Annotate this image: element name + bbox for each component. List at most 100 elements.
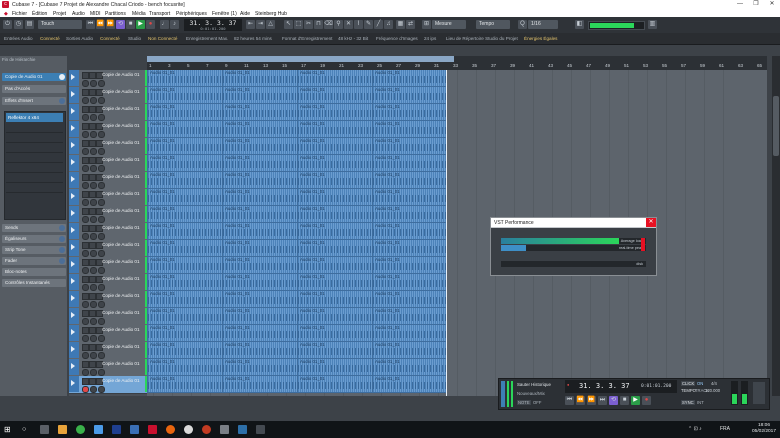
monitor-button[interactable] xyxy=(90,250,97,257)
track-color-strip[interactable] xyxy=(69,87,79,103)
stop-icon[interactable]: ■ xyxy=(126,20,135,29)
grid-snap-icon[interactable]: ⊞ xyxy=(422,20,431,29)
track-name[interactable]: Copie de Audio 01 xyxy=(102,174,145,180)
track-name[interactable]: Copie de Audio 01 xyxy=(102,310,145,316)
app-icon-3[interactable] xyxy=(256,425,265,434)
audio-event[interactable]: Audio 01_01 xyxy=(222,308,296,324)
mute-button[interactable] xyxy=(82,276,89,283)
minimize-button[interactable]: — xyxy=(732,0,748,9)
track-color-strip[interactable] xyxy=(69,274,79,290)
edit-channel-button[interactable] xyxy=(98,131,105,138)
audio-event[interactable]: Audio 01_01 xyxy=(372,240,446,256)
edit-channel-button[interactable] xyxy=(98,267,105,274)
event-display[interactable]: Audio 01_01 Audio 01_01 Audio 01_01 Audio 0… xyxy=(147,70,767,396)
audio-event[interactable]: Audio 01_01 xyxy=(297,342,371,358)
record-icon[interactable]: ● xyxy=(146,20,155,29)
record-enable-button[interactable] xyxy=(82,216,89,223)
transport-play-icon[interactable]: ▶ xyxy=(631,396,640,405)
audio-event[interactable]: Audio 01_01 xyxy=(222,376,296,392)
transport-grip[interactable] xyxy=(501,381,505,407)
time-warp-icon[interactable]: ⌇ xyxy=(354,20,363,29)
transport-rewind-icon[interactable]: ⏪ xyxy=(576,396,585,405)
mute-button[interactable] xyxy=(82,157,89,164)
punch-in-icon[interactable]: ⇤ xyxy=(246,20,255,29)
audio-event[interactable]: Audio 01_01 xyxy=(147,70,221,86)
audio-event[interactable]: Audio 01_01 xyxy=(372,325,446,341)
monitor-button[interactable] xyxy=(90,284,97,291)
audio-event[interactable]: Audio 01_01 xyxy=(372,342,446,358)
audio-event[interactable]: Audio 01_01 xyxy=(297,223,371,239)
mute-button[interactable] xyxy=(82,191,89,198)
store-icon[interactable] xyxy=(94,425,103,434)
record-enable-button[interactable] xyxy=(82,97,89,104)
monitor-button[interactable] xyxy=(90,97,97,104)
audio-event[interactable]: Audio 01_01 xyxy=(372,257,446,273)
taskbar-clock[interactable]: 18:06 05/02/2017 xyxy=(752,423,776,435)
transport-stop-icon[interactable]: ■ xyxy=(620,396,629,405)
audio-event[interactable]: Audio 01_01 xyxy=(297,189,371,205)
record-enable-button[interactable] xyxy=(82,233,89,240)
audio-event[interactable]: Audio 01_01 xyxy=(297,121,371,137)
track-row[interactable]: Copie de Audio 01 xyxy=(69,342,147,360)
metronome-icon[interactable]: △ xyxy=(266,20,275,29)
audio-event[interactable]: Audio 01_01 xyxy=(222,325,296,341)
track-row[interactable]: Copie de Audio 01 xyxy=(69,70,147,88)
audio-event[interactable]: Audio 01_01 xyxy=(372,291,446,307)
audio-event[interactable]: Audio 01_01 xyxy=(372,70,446,86)
track-name[interactable]: Copie de Audio 01 xyxy=(102,208,145,214)
track-color-strip[interactable] xyxy=(69,359,79,375)
audio-event[interactable]: Audio 01_01 xyxy=(297,257,371,273)
mute-button[interactable] xyxy=(82,293,89,300)
transport-note-mode[interactable]: NOTE xyxy=(517,400,531,405)
spotify-icon[interactable] xyxy=(76,425,85,434)
event-lane[interactable]: Audio 01_01 Audio 01_01 Audio 01_01 Audio 0… xyxy=(147,138,447,155)
audio-event[interactable]: Audio 01_01 xyxy=(147,172,221,188)
menu-partitions[interactable]: Partitions xyxy=(105,11,126,17)
close-button[interactable]: ✕ xyxy=(764,0,780,9)
solo-button[interactable] xyxy=(89,327,96,334)
audio-event[interactable]: Audio 01_01 xyxy=(297,87,371,103)
zoom-icon[interactable]: ⚲ xyxy=(334,20,343,29)
constrain-delay-icon[interactable]: ◷ xyxy=(14,20,23,29)
menu-midi[interactable]: MIDI xyxy=(90,11,101,17)
audio-event[interactable]: Audio 01_01 xyxy=(372,138,446,154)
track-name[interactable]: Copie de Audio 01 xyxy=(102,378,145,384)
audio-event[interactable]: Audio 01_01 xyxy=(147,274,221,290)
monitor-button[interactable] xyxy=(90,233,97,240)
track-row[interactable]: Copie de Audio 01 xyxy=(69,121,147,139)
mute-button[interactable] xyxy=(82,89,89,96)
track-row[interactable]: Copie de Audio 01 xyxy=(69,87,147,105)
event-lane[interactable]: Audio 01_01 Audio 01_01 Audio 01_01 Audio 0… xyxy=(147,172,447,189)
audio-event[interactable]: Audio 01_01 xyxy=(147,206,221,222)
audio-event[interactable]: Audio 01_01 xyxy=(147,155,221,171)
firefox-icon[interactable] xyxy=(166,425,175,434)
edit-channel-button[interactable] xyxy=(98,301,105,308)
audio-event[interactable]: Audio 01_01 xyxy=(372,206,446,222)
cubase-task-icon[interactable] xyxy=(148,425,157,434)
line-icon[interactable]: ╱ xyxy=(374,20,383,29)
transport-forward-icon[interactable]: ⏩ xyxy=(587,396,596,405)
solo-button[interactable] xyxy=(89,310,96,317)
punch-out-icon[interactable]: ⇥ xyxy=(256,20,265,29)
audio-event[interactable]: Audio 01_01 xyxy=(297,138,371,154)
solo-button[interactable] xyxy=(89,208,96,215)
insert-slot-2[interactable] xyxy=(6,123,63,133)
track-color-strip[interactable] xyxy=(69,70,79,86)
track-name[interactable]: Copie de Audio 01 xyxy=(102,225,145,231)
edit-channel-button[interactable] xyxy=(98,80,105,87)
edit-channel-button[interactable] xyxy=(98,114,105,121)
eq-toggle-icon[interactable] xyxy=(59,236,65,242)
color-picker-icon[interactable]: ◧ xyxy=(575,20,584,29)
event-lane[interactable]: Audio 01_01 Audio 01_01 Audio 01_01 Audio 0… xyxy=(147,291,447,308)
tray-icons[interactable]: ⌃ ⊡ ♪ xyxy=(688,426,702,432)
event-lane[interactable]: Audio 01_01 Audio 01_01 Audio 01_01 Audio 0… xyxy=(147,376,447,393)
event-lane[interactable]: Audio 01_01 Audio 01_01 Audio 01_01 Audio 0… xyxy=(147,121,447,138)
strip-toggle-icon[interactable] xyxy=(59,247,65,253)
menu-peripheriques[interactable]: Périphériques xyxy=(176,11,207,17)
monitor-button[interactable] xyxy=(90,165,97,172)
insert-slot-3[interactable] xyxy=(6,133,63,143)
audio-event[interactable]: Audio 01_01 xyxy=(147,240,221,256)
audio-event[interactable]: Audio 01_01 xyxy=(147,87,221,103)
track-name[interactable]: Copie de Audio 01 xyxy=(102,157,145,163)
record-enable-button[interactable] xyxy=(82,199,89,206)
